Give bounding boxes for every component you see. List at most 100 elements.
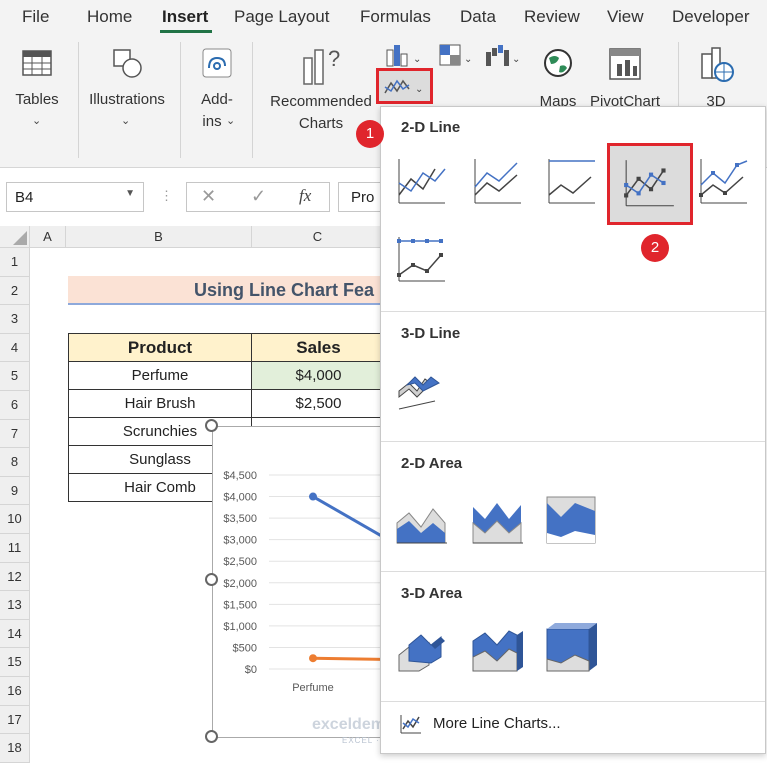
column-header-a[interactable]: A xyxy=(30,226,66,248)
stacked-line-icon[interactable] xyxy=(471,155,525,209)
table-cell[interactable]: Perfume xyxy=(68,361,252,390)
divider xyxy=(381,311,765,312)
svg-text:⌄: ⌄ xyxy=(512,54,520,65)
name-box-value: B4 xyxy=(15,189,34,206)
row-header[interactable]: 15 xyxy=(0,648,30,677)
tab-view[interactable]: View xyxy=(607,7,644,27)
row-header[interactable]: 9 xyxy=(0,476,30,506)
header-sales[interactable]: Sales xyxy=(251,333,385,362)
chevron-down-icon: ⌄ xyxy=(121,115,131,127)
chevron-down-icon: ⌄ xyxy=(226,115,236,127)
sheet-title[interactable]: Using Line Chart Fea xyxy=(68,276,384,305)
y-tick-label: $2,500 xyxy=(223,556,257,568)
row-header[interactable]: 12 xyxy=(0,562,30,592)
tab-home[interactable]: Home xyxy=(87,7,132,27)
section-3d-area: 3-D Area xyxy=(401,585,463,602)
100-stacked-area-icon[interactable] xyxy=(545,493,599,547)
row-header[interactable]: 11 xyxy=(0,534,30,563)
illustrations-label: Illustrations xyxy=(89,91,165,108)
row-header[interactable]: 13 xyxy=(0,591,30,620)
select-all-icon xyxy=(13,231,27,245)
confirm-icon[interactable]: ✓ xyxy=(251,186,266,207)
name-box[interactable]: B4 ▼ xyxy=(6,182,144,212)
stacked-line-markers-icon[interactable] xyxy=(697,155,751,209)
row-header[interactable]: 1 xyxy=(0,248,30,277)
divider xyxy=(381,571,765,572)
addins-icon xyxy=(202,48,232,78)
step-badge-2: 2 xyxy=(641,234,669,262)
tab-data[interactable]: Data xyxy=(460,7,496,27)
stacked-area-icon[interactable] xyxy=(471,493,525,547)
area-icon[interactable] xyxy=(395,493,449,547)
column-chart-icon[interactable]: ⌄ xyxy=(383,42,423,68)
resize-handle[interactable] xyxy=(205,573,218,586)
ribbon-separator xyxy=(252,42,253,158)
tab-developer[interactable]: Developer xyxy=(672,7,750,27)
line-with-markers-option[interactable] xyxy=(607,143,693,225)
resize-handle[interactable] xyxy=(205,730,218,743)
y-tick-label: $4,000 xyxy=(223,492,257,504)
divider xyxy=(381,701,765,702)
column-header-c[interactable]: C xyxy=(252,226,384,248)
table-icon xyxy=(22,50,52,76)
y-tick-label: $1,500 xyxy=(223,599,257,611)
svg-text:⌄: ⌄ xyxy=(464,54,472,65)
chevron-down-icon: ▼ xyxy=(125,188,135,199)
row-header[interactable]: 14 xyxy=(0,619,30,649)
globe-icon xyxy=(544,49,572,77)
row-header[interactable]: 7 xyxy=(0,419,30,449)
100-stacked-line-icon[interactable] xyxy=(545,155,599,209)
3d-area-icon[interactable] xyxy=(395,621,449,675)
y-tick-label: $0 xyxy=(245,664,257,676)
line-icon[interactable] xyxy=(395,155,449,209)
formula-actions: ✕ ✓ fx xyxy=(186,182,330,212)
3d-stacked-area-icon[interactable] xyxy=(471,621,525,675)
section-2d-line: 2-D Line xyxy=(401,119,461,136)
row-header[interactable]: 16 xyxy=(0,677,30,706)
row-header[interactable]: 4 xyxy=(0,333,30,363)
row-header[interactable]: 10 xyxy=(0,505,30,534)
table-cell[interactable]: $4,000 xyxy=(251,361,385,390)
row-header[interactable]: 5 xyxy=(0,362,30,391)
100-stacked-line-markers-icon[interactable] xyxy=(395,233,449,287)
row-header[interactable]: 2 xyxy=(0,276,30,306)
select-all-corner[interactable] xyxy=(0,226,30,248)
x-tick-label: Perfume xyxy=(292,682,334,694)
line-chart-dropdown-button[interactable]: ⌄ xyxy=(376,68,433,104)
y-tick-label: $3,000 xyxy=(223,535,257,547)
tables-label: Tables xyxy=(15,91,59,108)
hierarchy-chart-icon[interactable]: ⌄ xyxy=(436,42,476,68)
row-header[interactable]: 3 xyxy=(0,305,30,334)
tab-review[interactable]: Review xyxy=(524,7,580,27)
column-header-b[interactable]: B xyxy=(66,226,252,248)
table-cell[interactable]: Hair Brush xyxy=(68,389,252,418)
series-line-2[interactable] xyxy=(312,656,389,662)
3d-100-stacked-area-icon[interactable] xyxy=(545,621,599,675)
insert-function-icon[interactable]: fx xyxy=(299,186,311,206)
row-header[interactable]: 8 xyxy=(0,448,30,477)
cancel-icon[interactable]: ✕ xyxy=(201,186,216,207)
data-point[interactable] xyxy=(309,654,317,663)
section-2d-area: 2-D Area xyxy=(401,455,463,472)
row-header[interactable]: 6 xyxy=(0,391,30,420)
line-chart-gallery: 2-D Line 3-D Line 2-D Area 3-D Area More… xyxy=(380,106,766,754)
row-header[interactable]: 17 xyxy=(0,705,30,735)
table-cell[interactable]: $2,500 xyxy=(251,389,385,418)
3d-line-icon[interactable] xyxy=(395,361,449,415)
step-badge-1: 1 xyxy=(356,120,384,148)
y-tick-label: $1,000 xyxy=(223,621,257,633)
section-3d-line: 3-D Line xyxy=(401,325,461,342)
header-product[interactable]: Product xyxy=(68,333,252,362)
y-tick-label: $2,000 xyxy=(223,578,257,590)
line-with-markers-icon xyxy=(624,160,674,207)
tab-formulas[interactable]: Formulas xyxy=(360,7,431,27)
svg-text:⌄: ⌄ xyxy=(415,84,423,95)
tab-page-layout[interactable]: Page Layout xyxy=(234,7,329,27)
waterfall-chart-icon[interactable]: ⌄ xyxy=(484,42,524,68)
tab-file[interactable]: File xyxy=(22,7,49,27)
resize-handle[interactable] xyxy=(205,419,218,432)
data-point[interactable] xyxy=(309,492,317,501)
tab-insert[interactable]: Insert xyxy=(162,7,208,27)
ribbon-separator xyxy=(78,42,79,158)
row-header[interactable]: 18 xyxy=(0,734,30,763)
